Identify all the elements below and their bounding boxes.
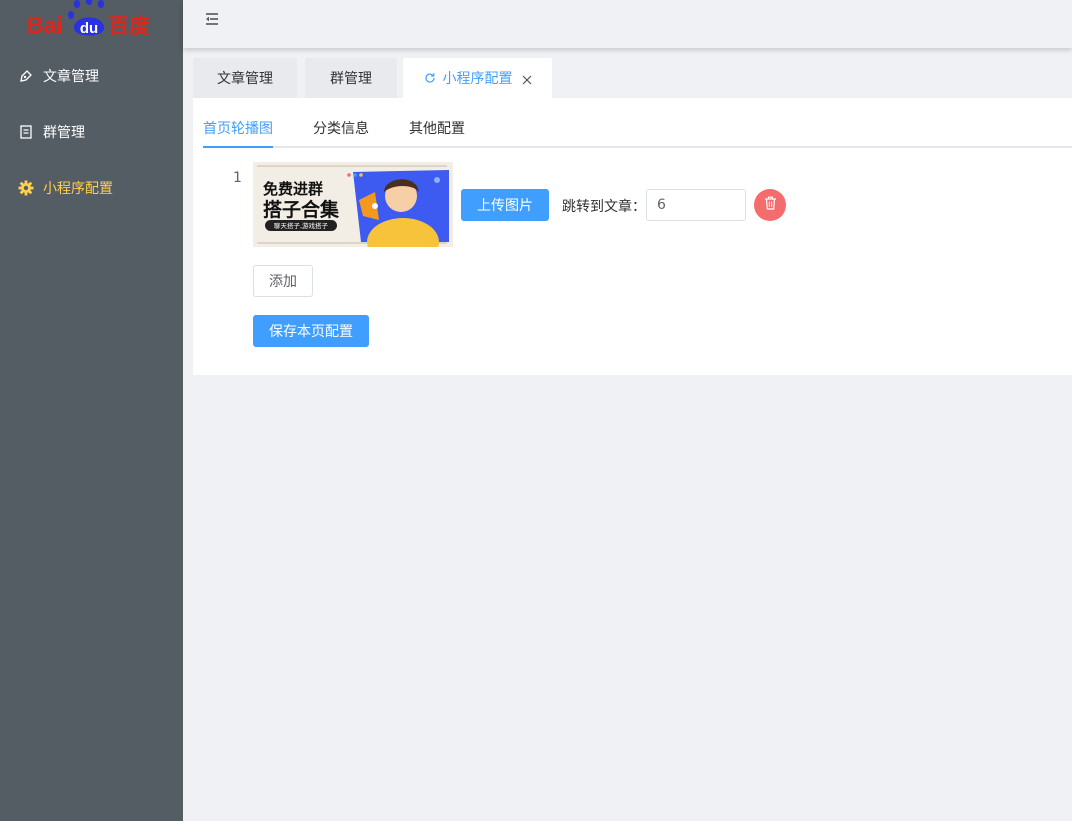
svg-text:聊天搭子,游戏搭子: 聊天搭子,游戏搭子 [274, 221, 329, 230]
upload-image-button[interactable]: 上传图片 [461, 189, 549, 221]
delete-row-button[interactable] [754, 189, 786, 221]
menu-collapse-icon[interactable] [203, 10, 221, 28]
tab-label: 文章管理 [217, 71, 273, 87]
subtab-category-info[interactable]: 分类信息 [313, 118, 369, 148]
trash-icon [764, 196, 777, 214]
svg-text:免费进群: 免费进群 [263, 180, 323, 198]
gear-icon [18, 180, 34, 196]
baidu-logo: Bai du 百度 [0, 0, 183, 44]
tab-label: 群管理 [330, 71, 372, 87]
article-id-input[interactable] [646, 189, 746, 221]
sub-tabs: 首页轮播图 分类信息 其他配置 [203, 118, 1072, 148]
subtab-label: 其他配置 [409, 121, 465, 137]
sidebar-item-label: 小程序配置 [43, 181, 113, 197]
subtab-label: 分类信息 [313, 121, 369, 137]
svg-text:百度: 百度 [108, 14, 150, 38]
active-tab-indicator [203, 146, 273, 148]
svg-text:搭子合集: 搭子合集 [263, 198, 340, 221]
tab-articles[interactable]: 文章管理 [193, 58, 297, 98]
sidebar: Bai du 百度 文章管理 群管理 小程序配置 [0, 0, 183, 821]
document-icon [18, 124, 34, 140]
sidebar-item-miniprogram-config[interactable]: 小程序配置 [0, 160, 183, 216]
sidebar-item-label: 文章管理 [43, 69, 99, 85]
pen-nib-icon [18, 68, 34, 84]
sidebar-item-groups[interactable]: 群管理 [0, 104, 183, 160]
subtab-label: 首页轮播图 [203, 121, 273, 137]
tab-groups[interactable]: 群管理 [305, 58, 397, 98]
carousel-image[interactable]: 免费进群 搭子合集 聊天搭子,游戏搭子 [253, 162, 453, 247]
add-row-button[interactable]: 添加 [253, 265, 313, 297]
config-panel: 首页轮播图 分类信息 其他配置 1 免费进群 搭子合集 聊天搭子,游戏搭子 上传… [193, 98, 1072, 375]
close-icon[interactable] [522, 73, 532, 85]
refresh-icon[interactable] [424, 72, 436, 84]
top-header [183, 0, 1072, 48]
svg-text:Bai: Bai [27, 12, 63, 38]
sidebar-item-label: 群管理 [43, 125, 85, 141]
jump-to-article-label: 跳转到文章： [562, 199, 646, 215]
tab-miniprogram-config[interactable]: 小程序配置 [403, 58, 552, 98]
svg-text:du: du [80, 20, 98, 37]
row-index: 1 [233, 170, 242, 186]
save-page-config-button[interactable]: 保存本页配置 [253, 315, 369, 347]
sidebar-item-articles[interactable]: 文章管理 [0, 48, 183, 104]
subtab-other-config[interactable]: 其他配置 [409, 118, 465, 148]
subtab-home-carousel[interactable]: 首页轮播图 [203, 118, 273, 148]
tab-label: 小程序配置 [442, 71, 513, 87]
